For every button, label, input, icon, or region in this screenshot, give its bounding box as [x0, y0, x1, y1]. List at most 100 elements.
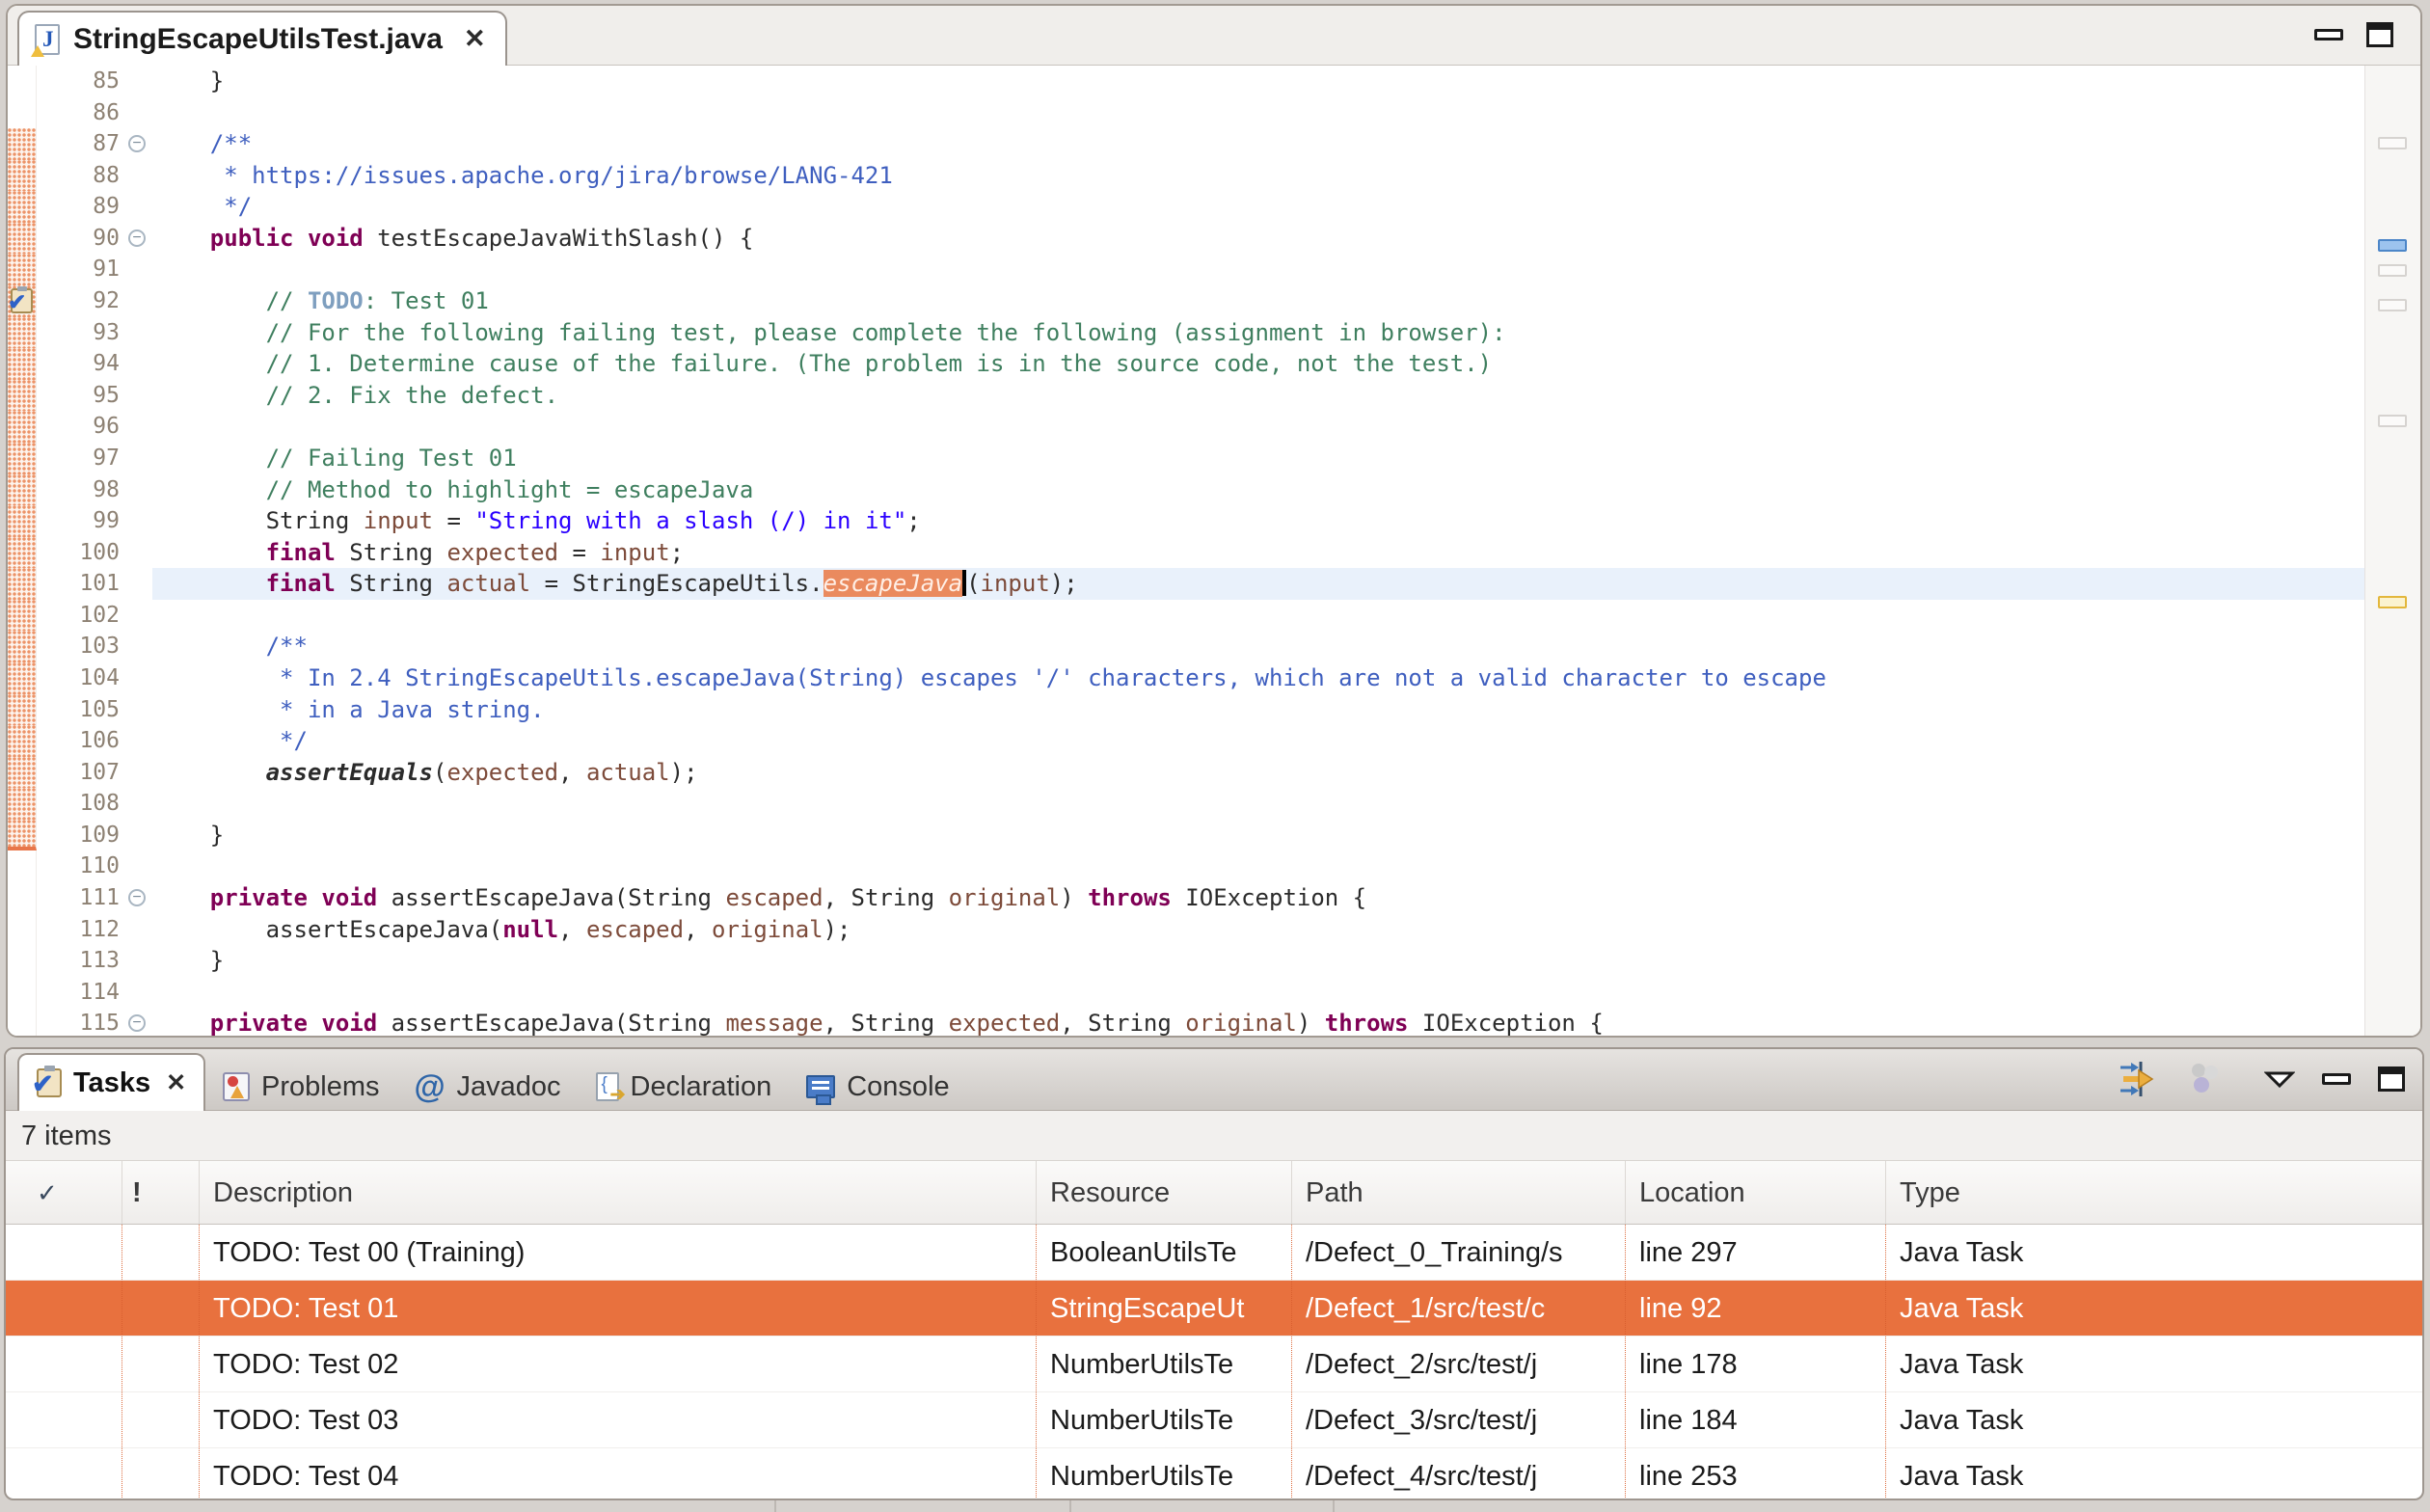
code-line[interactable]: 115− private void assertEscapeJava(Strin… — [8, 1008, 2420, 1036]
code-line[interactable]: 88 * https://issues.apache.org/jira/brow… — [8, 159, 2420, 192]
ruler-marker-outline[interactable] — [2378, 137, 2407, 149]
code-line[interactable]: 102 — [8, 599, 2420, 632]
view-tab-problems[interactable]: Problems — [205, 1064, 397, 1110]
code-text[interactable]: * In 2.4 StringEscapeUtils.escapeJava(St… — [152, 662, 2364, 694]
column-header-path[interactable]: Path — [1292, 1161, 1626, 1224]
code-line[interactable]: 104 * In 2.4 StringEscapeUtils.escapeJav… — [8, 662, 2420, 694]
code-text[interactable] — [152, 977, 2364, 1009]
maximize-icon[interactable] — [2366, 22, 2393, 47]
code-line[interactable]: 96 — [8, 411, 2420, 443]
code-line[interactable]: 90− public void testEscapeJavaWithSlash(… — [8, 222, 2420, 255]
column-header-description[interactable]: Description — [200, 1161, 1037, 1224]
code-line[interactable]: 100 final String expected = input; — [8, 536, 2420, 569]
code-text[interactable]: */ — [152, 191, 2364, 223]
code-line[interactable]: 110 — [8, 850, 2420, 883]
code-text[interactable]: } — [152, 66, 2364, 97]
code-line[interactable]: 86 — [8, 96, 2420, 129]
code-text[interactable]: assertEscapeJava(null, escaped, original… — [152, 914, 2364, 946]
column-header-type[interactable]: Type — [1886, 1161, 2422, 1224]
minimize-icon[interactable] — [2322, 1073, 2351, 1085]
code-line[interactable]: 106 */ — [8, 725, 2420, 757]
code-editor[interactable]: 85 } 86 87− /** 88 * https://issues.apache.… — [8, 66, 2420, 1036]
code-text[interactable]: /** — [152, 128, 2364, 160]
task-row[interactable]: TODO: Test 04 NumberUtilsTe/Defect_4/src/… — [6, 1448, 2422, 1498]
filters-icon[interactable] — [2185, 1060, 2224, 1098]
code-text[interactable]: // Method to highlight = escapeJava — [152, 474, 2364, 506]
code-text[interactable]: // TODO: Test 01 — [152, 285, 2364, 317]
task-row[interactable]: TODO: Test 01 StringEscapeUt/Defect_1/src… — [6, 1281, 2422, 1336]
code-text[interactable]: private void assertEscapeJava(String mes… — [152, 1008, 2364, 1036]
code-line[interactable]: 97 // Failing Test 01 — [8, 442, 2420, 474]
code-text[interactable]: String input = "String with a slash (/) … — [152, 505, 2364, 537]
code-text[interactable]: public void testEscapeJavaWithSlash() { — [152, 223, 2364, 255]
ruler-marker-outline[interactable] — [2378, 415, 2407, 427]
fold-collapse-icon[interactable]: − — [128, 229, 146, 247]
fold-collapse-icon[interactable]: − — [128, 135, 146, 153]
code-text[interactable]: // For the following failing test, pleas… — [152, 317, 2364, 349]
code-line[interactable]: 114 — [8, 976, 2420, 1009]
ruler-marker-blue[interactable] — [2378, 239, 2407, 252]
code-line[interactable]: 95 // 2. Fix the defect. — [8, 379, 2420, 412]
code-text[interactable]: assertEquals(expected, actual); — [152, 757, 2364, 789]
code-text[interactable] — [152, 411, 2364, 443]
view-tab-tasks[interactable]: Tasks ✕ — [17, 1053, 206, 1111]
code-text[interactable] — [152, 788, 2364, 820]
column-header-resource[interactable]: Resource — [1037, 1161, 1292, 1224]
task-marker-icon[interactable] — [8, 286, 33, 315]
code-text[interactable] — [152, 600, 2364, 632]
column-header-location[interactable]: Location — [1626, 1161, 1886, 1224]
code-line[interactable]: 107 assertEquals(expected, actual); — [8, 756, 2420, 789]
current-code-line[interactable]: final String actual = StringEscapeUtils.… — [152, 568, 2364, 600]
code-line[interactable]: 92 // TODO: Test 01 — [8, 285, 2420, 317]
code-text[interactable]: // Failing Test 01 — [152, 443, 2364, 474]
code-line[interactable]: 103 /** — [8, 631, 2420, 662]
code-line[interactable]: 112 assertEscapeJava(null, escaped, orig… — [8, 913, 2420, 946]
code-text[interactable]: * in a Java string. — [152, 694, 2364, 726]
code-text[interactable] — [152, 850, 2364, 882]
code-text[interactable]: // 1. Determine cause of the failure. (T… — [152, 348, 2364, 380]
code-text[interactable]: /** — [152, 631, 2364, 662]
task-row[interactable]: TODO: Test 03 NumberUtilsTe/Defect_3/src/… — [6, 1392, 2422, 1448]
code-text[interactable] — [152, 97, 2364, 129]
editor-tab[interactable]: StringEscapeUtilsTest.java ✕ — [17, 11, 507, 66]
close-icon[interactable]: ✕ — [464, 24, 486, 54]
code-line[interactable]: 91 — [8, 254, 2420, 286]
minimize-icon[interactable] — [2314, 29, 2343, 40]
view-tab-javadoc[interactable]: @ Javadoc — [397, 1064, 579, 1110]
code-text[interactable] — [152, 254, 2364, 285]
code-line[interactable]: 101 final String actual = StringEscapeUt… — [8, 568, 2420, 600]
code-line[interactable]: 94 // 1. Determine cause of the failure.… — [8, 348, 2420, 380]
code-text[interactable]: final String expected = input; — [152, 537, 2364, 569]
close-icon[interactable]: ✕ — [166, 1068, 186, 1097]
code-line[interactable]: 87− /** — [8, 128, 2420, 160]
task-row[interactable]: TODO: Test 00 (Training) BooleanUtilsTe/D… — [6, 1225, 2422, 1281]
view-tab-console[interactable]: Console — [789, 1064, 966, 1110]
code-line[interactable]: 111− private void assertEscapeJava(Strin… — [8, 882, 2420, 914]
code-text[interactable]: } — [152, 820, 2364, 851]
code-line[interactable]: 109 } — [8, 819, 2420, 851]
code-line[interactable]: 93 // For the following failing test, pl… — [8, 316, 2420, 349]
code-line[interactable]: 85 } — [8, 66, 2420, 97]
code-line[interactable]: 108 — [8, 788, 2420, 820]
code-line[interactable]: 98 // Method to highlight = escapeJava — [8, 473, 2420, 506]
code-line[interactable]: 105 * in a Java string. — [8, 693, 2420, 726]
view-menu-icon[interactable] — [2264, 1069, 2295, 1089]
ruler-marker-yellow[interactable] — [2378, 596, 2407, 608]
fold-collapse-icon[interactable]: − — [128, 889, 146, 907]
code-line[interactable]: 113 } — [8, 945, 2420, 977]
code-text[interactable]: * https://issues.apache.org/jira/browse/… — [152, 160, 2364, 192]
view-tab-declaration[interactable]: Declaration — [579, 1064, 790, 1110]
ruler-marker-outline[interactable] — [2378, 264, 2407, 277]
code-text[interactable]: // 2. Fix the defect. — [152, 380, 2364, 412]
column-header-priority[interactable]: ! — [122, 1161, 200, 1224]
task-row[interactable]: TODO: Test 02 NumberUtilsTe/Defect_2/src/… — [6, 1336, 2422, 1392]
overview-ruler[interactable] — [2364, 66, 2420, 1036]
code-text[interactable]: */ — [152, 725, 2364, 757]
code-line[interactable]: 99 String input = "String with a slash (… — [8, 505, 2420, 537]
ruler-marker-outline[interactable] — [2378, 299, 2407, 311]
code-text[interactable]: } — [152, 945, 2364, 977]
code-text[interactable]: private void assertEscapeJava(String esc… — [152, 882, 2364, 914]
focus-on-selected-task-icon[interactable] — [2118, 1059, 2158, 1099]
maximize-icon[interactable] — [2378, 1066, 2405, 1092]
code-line[interactable]: 89 */ — [8, 191, 2420, 223]
